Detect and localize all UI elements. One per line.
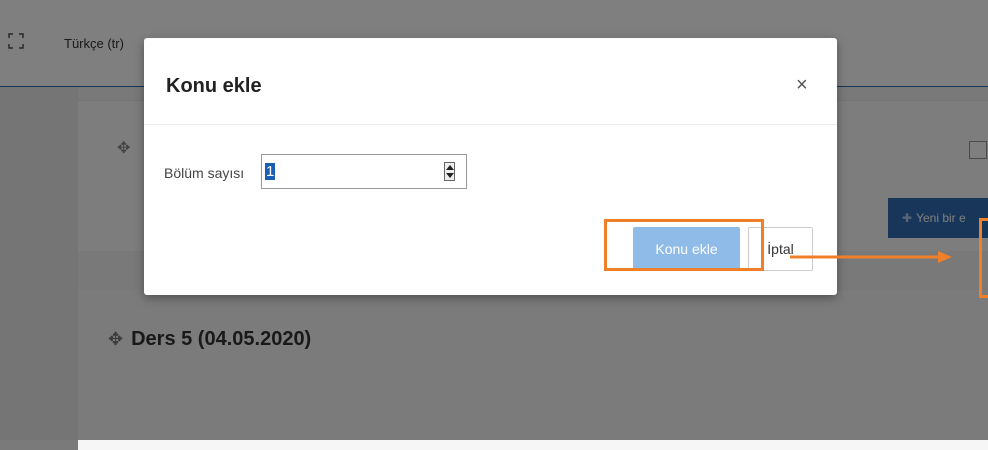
arrow-icon	[790, 251, 952, 263]
close-icon[interactable]: ×	[796, 74, 808, 97]
highlight-box	[604, 219, 764, 271]
dialog-title: Konu ekle	[166, 75, 262, 97]
stepper-up-icon[interactable]	[446, 165, 454, 170]
stepper-down-icon[interactable]	[446, 173, 454, 178]
section-count-label: Bölüm sayısı	[164, 165, 245, 181]
section-count-input[interactable]: 1	[261, 154, 467, 189]
number-stepper[interactable]	[444, 162, 455, 181]
divider	[144, 124, 837, 125]
highlight-bracket	[979, 218, 988, 298]
section-count-value: 1	[265, 163, 276, 180]
